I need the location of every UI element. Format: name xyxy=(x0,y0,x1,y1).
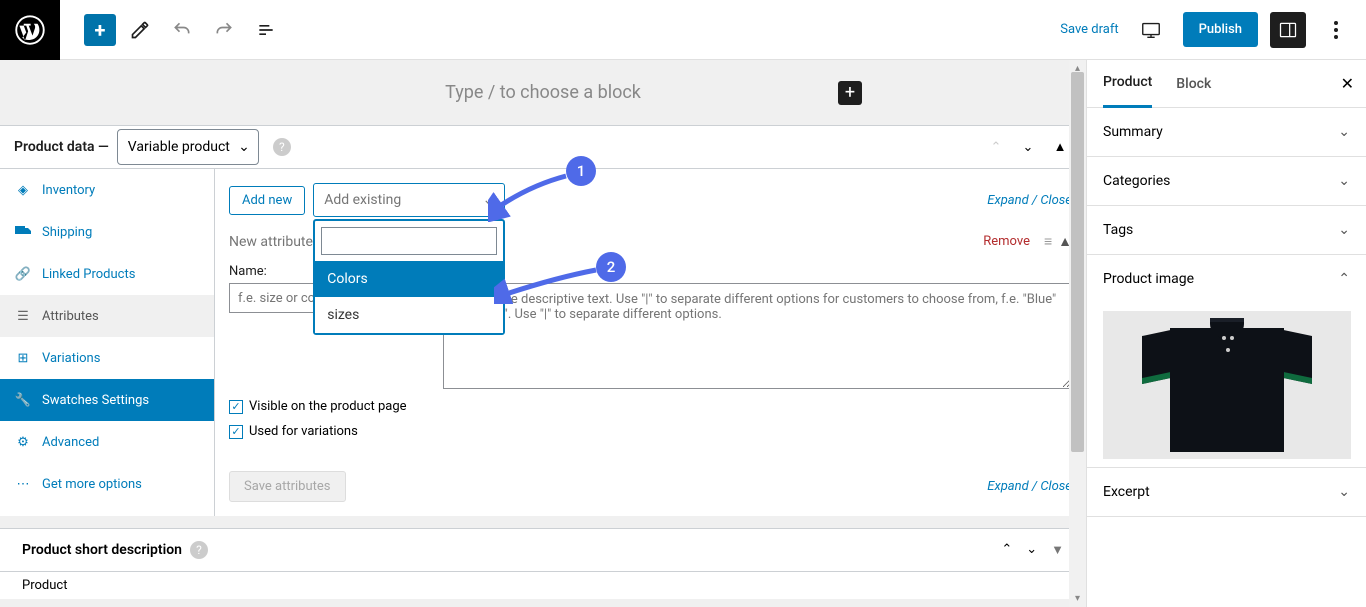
remove-link[interactable]: Remove xyxy=(983,234,1030,249)
annotation-1: 1 xyxy=(566,156,596,186)
preview-icon[interactable] xyxy=(1131,10,1171,50)
chevron-down-icon: ⌄ xyxy=(1338,124,1350,140)
block-insert-button[interactable]: + xyxy=(838,81,862,105)
edit-icon[interactable] xyxy=(122,12,158,48)
product-data-header: Product data — Variable product ⌄ ? ⌃ ⌄ … xyxy=(0,125,1086,169)
shirt-graphic xyxy=(1142,318,1312,452)
drag-icon[interactable]: ≡ xyxy=(1044,233,1052,250)
top-toolbar: + Save draft Publish xyxy=(0,0,1366,60)
arrow-down-icon[interactable]: ⌄ xyxy=(1016,135,1040,159)
footer-label: Product xyxy=(0,572,1086,599)
triangle-down-icon[interactable]: ▼ xyxy=(1051,542,1064,558)
close-sidebar-icon[interactable]: ✕ xyxy=(1341,74,1354,93)
tab-shipping[interactable]: Shipping xyxy=(0,211,214,253)
chevron-down-icon: ⌄ xyxy=(238,139,250,155)
chevron-down-icon: ⌄ xyxy=(1338,222,1350,238)
short-description-header: Product short description ? ⌃ ⌄ ▼ xyxy=(0,528,1086,572)
main-editor: Type / to choose a block + Product data … xyxy=(0,60,1086,607)
arrow-up-icon[interactable]: ⌃ xyxy=(1001,542,1012,558)
settings-sidebar: Product Block ✕ Summary⌄ Categories⌄ Tag… xyxy=(1086,60,1366,607)
expand-collapse-link-top[interactable]: Expand / Close xyxy=(987,193,1072,208)
used-variations-checkbox-row[interactable]: ✓ Used for variations xyxy=(229,424,1072,439)
block-placeholder-text: Type / to choose a block xyxy=(445,82,641,103)
dropdown-option-sizes[interactable]: sizes xyxy=(315,297,503,333)
visible-label: Visible on the product page xyxy=(249,399,407,414)
add-existing-select[interactable]: Add existing ⌄ xyxy=(313,183,505,217)
tab-advanced[interactable]: ⚙Advanced xyxy=(0,421,214,463)
link-icon: 🔗 xyxy=(14,267,32,282)
list-view-icon[interactable] xyxy=(248,12,284,48)
publish-button[interactable]: Publish xyxy=(1183,12,1258,47)
sidebar-excerpt[interactable]: Excerpt⌄ xyxy=(1087,467,1366,517)
chevron-up-icon: ⌃ xyxy=(1338,271,1350,287)
sidebar-tab-product[interactable]: Product xyxy=(1103,60,1152,108)
help-icon[interactable]: ? xyxy=(273,138,291,156)
wrench-icon: 🔧 xyxy=(14,393,32,408)
sidebar-categories[interactable]: Categories⌄ xyxy=(1087,157,1366,206)
arrow-down-icon[interactable]: ⌄ xyxy=(1026,542,1037,558)
checkbox-checked-icon: ✓ xyxy=(229,400,243,414)
used-variations-label: Used for variations xyxy=(249,424,358,439)
visible-checkbox-row[interactable]: ✓ Visible on the product page xyxy=(229,399,1072,414)
tab-linked-products[interactable]: 🔗Linked Products xyxy=(0,253,214,295)
product-tabs: ◈Inventory Shipping 🔗Linked Products ☰At… xyxy=(0,169,215,516)
dropdown-option-colors[interactable]: Colors xyxy=(315,261,503,297)
product-data-label: Product data — xyxy=(14,139,109,155)
sidebar-summary[interactable]: Summary⌄ xyxy=(1087,108,1366,157)
new-attribute-label: New attribute xyxy=(229,234,313,250)
scrollbar[interactable]: ▴ ▾ xyxy=(1069,60,1086,607)
wordpress-logo[interactable] xyxy=(0,0,60,60)
product-image-preview[interactable] xyxy=(1103,311,1351,459)
sidebar-toggle-icon[interactable] xyxy=(1270,12,1306,48)
shipping-icon xyxy=(14,226,32,238)
arrow-icon xyxy=(494,264,600,304)
chevron-down-icon: ⌄ xyxy=(1338,173,1350,189)
arrow-icon xyxy=(488,168,570,222)
product-type-value: Variable product xyxy=(128,139,230,155)
annotation-2: 2 xyxy=(596,252,626,282)
attribute-search-input[interactable] xyxy=(321,227,497,255)
block-placeholder[interactable]: Type / to choose a block + xyxy=(0,60,1086,125)
product-type-select[interactable]: Variable product ⌄ xyxy=(117,129,259,165)
more-menu-icon[interactable] xyxy=(1318,12,1354,48)
attributes-panel: Add new Add existing ⌄ Colors sizes Expa… xyxy=(215,169,1086,516)
chevron-down-icon: ⌄ xyxy=(1338,484,1350,500)
checkbox-checked-icon: ✓ xyxy=(229,425,243,439)
attribute-dropdown: Colors sizes xyxy=(313,219,505,335)
save-draft-link[interactable]: Save draft xyxy=(1060,22,1118,37)
add-block-button[interactable]: + xyxy=(84,14,116,46)
arrow-up-icon[interactable]: ⌃ xyxy=(984,135,1008,159)
expand-collapse-link-bottom[interactable]: Expand / Close xyxy=(987,479,1072,494)
sidebar-tags[interactable]: Tags⌄ xyxy=(1087,206,1366,255)
gear-icon: ⚙ xyxy=(14,435,32,450)
save-attributes-button[interactable]: Save attributes xyxy=(229,471,346,502)
help-icon[interactable]: ? xyxy=(190,541,208,559)
undo-icon[interactable] xyxy=(164,12,200,48)
grid-icon: ⊞ xyxy=(14,351,32,366)
tab-inventory[interactable]: ◈Inventory xyxy=(0,169,214,211)
add-new-button[interactable]: Add new xyxy=(229,186,305,215)
scroll-down-icon[interactable]: ▾ xyxy=(1069,590,1086,607)
redo-icon[interactable] xyxy=(206,12,242,48)
add-existing-placeholder: Add existing xyxy=(324,192,401,208)
list-icon: ☰ xyxy=(14,309,32,324)
sidebar-product-image[interactable]: Product image⌃ xyxy=(1087,255,1366,303)
scroll-thumb[interactable] xyxy=(1071,72,1084,452)
more-icon: ⋯ xyxy=(14,477,32,492)
tab-swatches-settings[interactable]: 🔧Swatches Settings xyxy=(0,379,214,421)
short-description-label: Product short description xyxy=(22,542,182,558)
tab-get-more[interactable]: ⋯Get more options xyxy=(0,463,214,505)
tab-variations[interactable]: ⊞Variations xyxy=(0,337,214,379)
sidebar-tab-block[interactable]: Block xyxy=(1176,60,1211,108)
tab-attributes[interactable]: ☰Attributes xyxy=(0,295,214,337)
inventory-icon: ◈ xyxy=(14,183,32,198)
